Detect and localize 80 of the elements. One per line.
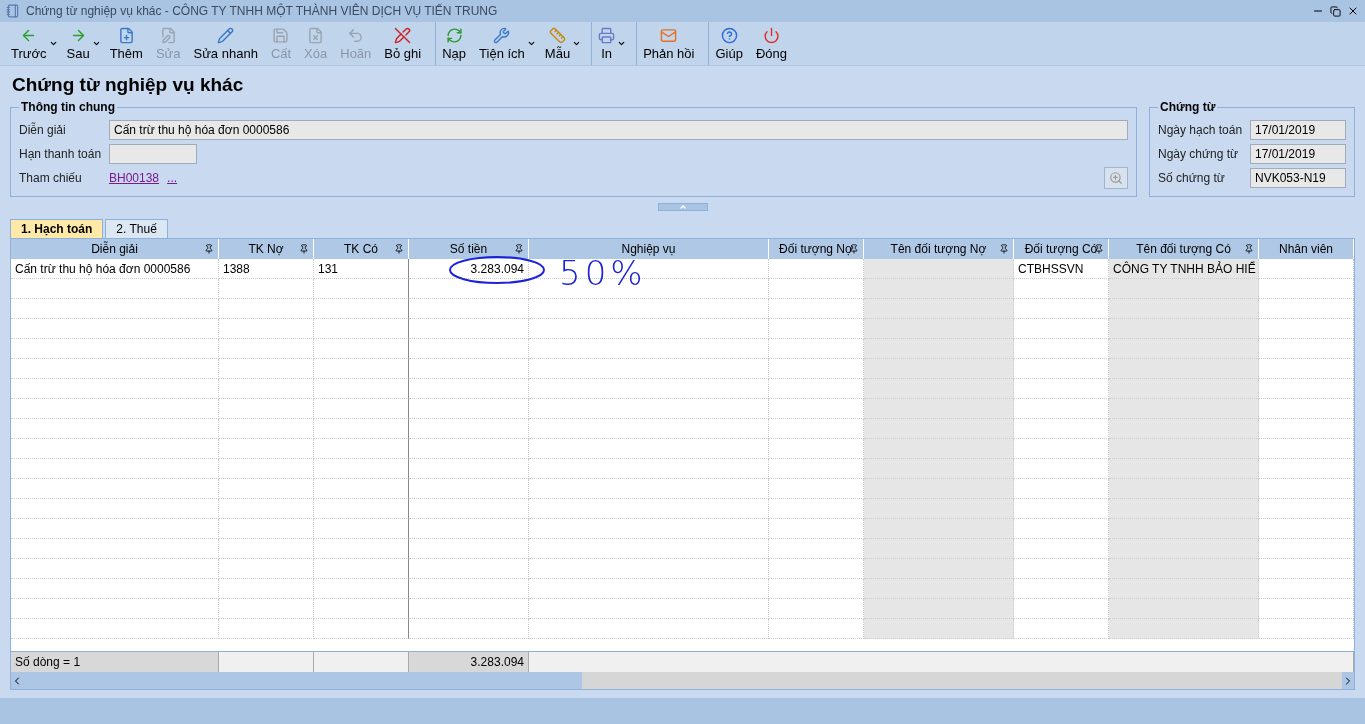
voucher-field[interactable]: 17/01/2019 bbox=[1250, 120, 1346, 140]
table-cell: 3.283.094 bbox=[409, 259, 529, 279]
envelope-icon bbox=[660, 26, 678, 44]
caret-icon bbox=[91, 39, 101, 48]
zoom-icon bbox=[1109, 171, 1123, 185]
tab[interactable]: 2. Thuế bbox=[105, 219, 168, 238]
toolbar-button[interactable]: Đóng bbox=[748, 22, 793, 65]
ruler-icon bbox=[548, 26, 566, 44]
power-icon bbox=[762, 26, 780, 44]
toolbar-button[interactable]: In bbox=[591, 22, 629, 65]
column-header[interactable]: TK Nợ bbox=[219, 239, 314, 259]
pin-icon[interactable] bbox=[514, 244, 524, 254]
due-date-field[interactable] bbox=[109, 144, 197, 164]
table-cell: CTBHSSVN bbox=[1014, 259, 1109, 279]
toolbar-button[interactable]: Mẫu bbox=[537, 22, 584, 65]
toolbar-button[interactable]: Trước bbox=[4, 22, 60, 65]
column-header[interactable]: Đối tượng Nợ bbox=[769, 239, 864, 259]
voucher-field[interactable]: 17/01/2019 bbox=[1250, 144, 1346, 164]
column-header[interactable]: Tên đối tượng Có bbox=[1109, 239, 1259, 259]
table-cell: 131 bbox=[314, 259, 409, 279]
voucher-field[interactable]: NVK053-N19 bbox=[1250, 168, 1346, 188]
scrollbar-thumb[interactable] bbox=[582, 672, 1342, 689]
toolbar-button[interactable]: Giúp bbox=[708, 22, 749, 65]
caret-icon bbox=[526, 39, 536, 48]
chevron-up-icon bbox=[678, 203, 687, 211]
pin-icon[interactable] bbox=[299, 244, 309, 254]
pin-icon[interactable] bbox=[394, 244, 404, 254]
field-label: Ngày chứng từ bbox=[1158, 147, 1240, 161]
column-header[interactable]: Diễn giải bbox=[11, 239, 219, 259]
summary-cell: Số dòng = 1 bbox=[11, 652, 219, 672]
column-header[interactable]: Nhân viên bbox=[1259, 239, 1354, 259]
pin-icon[interactable] bbox=[1244, 244, 1254, 254]
field-label: Số chứng từ bbox=[1158, 171, 1226, 185]
new-document-icon bbox=[117, 26, 135, 44]
page-title: Chứng từ nghiệp vụ khác bbox=[12, 74, 245, 96]
refresh-icon bbox=[445, 26, 463, 44]
column-header[interactable]: Số tiền bbox=[409, 239, 529, 259]
column-header[interactable]: Nghiệp vụ bbox=[529, 239, 769, 259]
help-icon bbox=[720, 26, 738, 44]
field-label: Tham chiếu bbox=[19, 171, 83, 185]
column-header[interactable]: Đối tượng Có bbox=[1014, 239, 1109, 259]
field-label: Ngày hạch toán bbox=[1158, 123, 1244, 137]
caret-icon bbox=[617, 39, 627, 48]
description-field[interactable]: Cấn trừ thu hộ hóa đơn 0000586 bbox=[109, 120, 1128, 140]
caret-icon bbox=[572, 39, 582, 48]
printer-icon bbox=[598, 26, 616, 44]
notebook-icon bbox=[6, 4, 20, 18]
field-label: Hạn thanh toán bbox=[19, 147, 103, 161]
panel-legend: Thông tin chung bbox=[19, 100, 117, 114]
restore-icon[interactable] bbox=[1330, 5, 1341, 17]
toolbar-button[interactable]: Sau bbox=[59, 22, 103, 65]
pencil-icon bbox=[217, 26, 235, 44]
reference-link[interactable]: BH00138 bbox=[109, 171, 160, 185]
summary-cell: 3.283.094 bbox=[409, 652, 529, 672]
pen-cross-icon bbox=[394, 26, 412, 44]
table-cell: 1388 bbox=[219, 259, 314, 279]
caret-icon bbox=[48, 39, 58, 48]
wrench-icon bbox=[493, 26, 511, 44]
toolbar-button[interactable]: Thêm bbox=[102, 22, 149, 65]
tab[interactable]: 1. Hạch toán bbox=[10, 219, 104, 238]
panel-legend: Chứng từ bbox=[1158, 100, 1218, 114]
toolbar-button[interactable]: Tiện ích bbox=[472, 22, 538, 65]
toolbar-button[interactable]: Sửa nhanh bbox=[186, 22, 264, 65]
toolbar-button[interactable]: Nạp bbox=[435, 22, 473, 65]
close-icon[interactable] bbox=[1347, 5, 1359, 17]
toolbar-button[interactable]: Phản hồi bbox=[636, 22, 701, 65]
column-header[interactable]: TK Có bbox=[314, 239, 409, 259]
pin-icon[interactable] bbox=[999, 244, 1009, 254]
pin-icon[interactable] bbox=[204, 244, 214, 254]
table-cell: Cấn trừ thu hộ hóa đơn 0000586 bbox=[11, 259, 219, 279]
more-link[interactable]: ... bbox=[167, 171, 178, 185]
undo-icon bbox=[347, 26, 365, 44]
toolbar-button[interactable]: Bỏ ghi bbox=[377, 22, 428, 65]
field-label: Diễn giải bbox=[19, 123, 67, 137]
column-header[interactable]: Tên đối tượng Nợ bbox=[864, 239, 1014, 259]
table-cell: CÔNG TY TNHH BẢO HIỂ bbox=[1109, 259, 1259, 279]
window-title: Chứng từ nghiệp vụ khác - CÔNG TY TNHH MỘT THÀNH VIÊN DỊCH VỤ TIẾN TRUNG bbox=[26, 4, 499, 18]
document-x-icon bbox=[307, 26, 325, 44]
document-pen-icon bbox=[159, 26, 177, 44]
horizontal-scrollbar[interactable] bbox=[11, 672, 1354, 689]
